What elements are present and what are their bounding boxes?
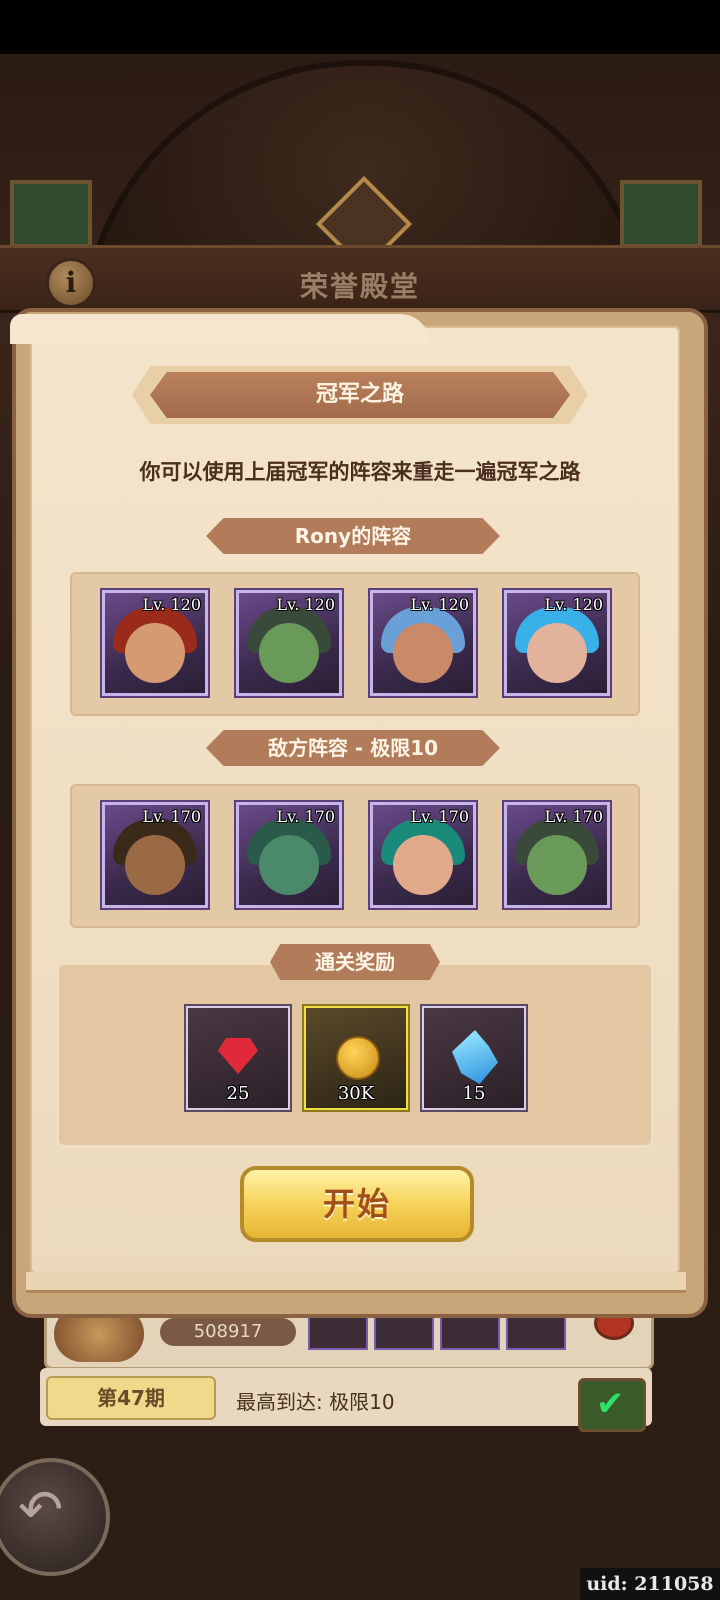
dialog-title: 冠军之路 <box>150 372 570 418</box>
ally-hero-2[interactable]: Lv. 120 <box>236 590 342 696</box>
ruby-gem-icon <box>218 1038 258 1074</box>
reward-ruby[interactable]: 25 <box>186 1006 290 1110</box>
hero-face <box>125 835 185 895</box>
hero-face <box>393 835 453 895</box>
pillar-right <box>620 180 702 248</box>
reward-crystal[interactable]: 15 <box>422 1006 526 1110</box>
enemy-hero-1[interactable]: Lv. 170 <box>102 802 208 908</box>
rewards-label: 通关奖励 <box>270 944 440 980</box>
best-reached-text: 最高到达: 极限10 <box>236 1390 395 1414</box>
reward-count: 30K <box>337 1083 375 1104</box>
hero-face <box>259 835 319 895</box>
ally-hero-3[interactable]: Lv. 120 <box>370 590 476 696</box>
enemy-hero-2[interactable]: Lv. 170 <box>236 802 342 908</box>
start-button[interactable]: 开始 <box>240 1166 474 1242</box>
info-icon[interactable]: i <box>46 258 96 308</box>
dialog-description: 你可以使用上届冠军的阵容来重走一遍冠军之路 <box>139 460 581 484</box>
back-arrow-icon: ↶ <box>18 1478 64 1541</box>
enemy-lineup-label: 敌方阵容 - 极限10 <box>206 730 500 766</box>
hero-level: Lv. 120 <box>276 595 335 614</box>
hero-level: Lv. 170 <box>410 807 469 826</box>
hero-face <box>393 623 453 683</box>
ally-lineup-label: Rony的阵容 <box>206 518 500 554</box>
page-title: 荣誉殿堂 <box>299 270 420 303</box>
checkmark-icon: ✔ <box>596 1384 625 1424</box>
hero-face <box>125 623 185 683</box>
reward-gold[interactable]: 30K <box>304 1006 408 1110</box>
hero-level: Lv. 170 <box>142 807 201 826</box>
ally-hero-4[interactable]: Lv. 120 <box>504 590 610 696</box>
gold-coin-icon <box>336 1036 380 1080</box>
status-bar <box>0 0 720 54</box>
scroll-bottom <box>26 1272 686 1293</box>
hero-level: Lv. 120 <box>410 595 469 614</box>
hero-level: Lv. 170 <box>544 807 603 826</box>
enemy-hero-4[interactable]: Lv. 170 <box>504 802 610 908</box>
enemy-hero-3[interactable]: Lv. 170 <box>370 802 476 908</box>
hero-level: Lv. 170 <box>276 807 335 826</box>
champion-score: 508917 <box>160 1318 296 1346</box>
ally-hero-1[interactable]: Lv. 120 <box>102 590 208 696</box>
hero-face <box>527 623 587 683</box>
pillar-left <box>10 180 92 248</box>
scroll-curl <box>10 314 430 344</box>
blue-crystal-icon <box>452 1030 498 1084</box>
hero-face <box>259 623 319 683</box>
hero-face <box>527 835 587 895</box>
reward-count: 25 <box>226 1083 250 1104</box>
reward-count: 15 <box>462 1083 486 1104</box>
hero-level: Lv. 120 <box>142 595 201 614</box>
uid-label: uid: 211058 <box>580 1568 720 1600</box>
hero-level: Lv. 120 <box>544 595 603 614</box>
period-tag[interactable]: 第47期 <box>46 1376 216 1420</box>
